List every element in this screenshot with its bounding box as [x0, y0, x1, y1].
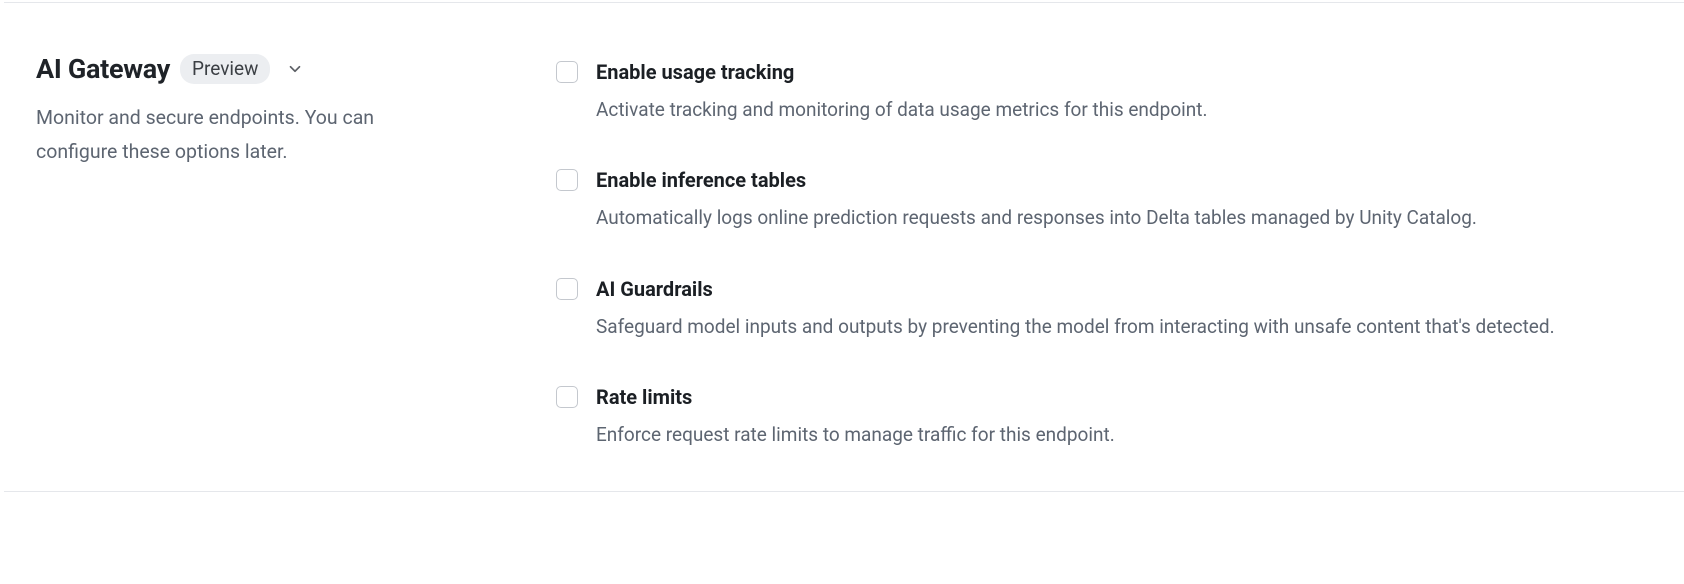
- option-title: Enable inference tables: [596, 167, 1652, 193]
- section-description: Monitor and secure endpoints. You can co…: [36, 101, 456, 169]
- section-title-row[interactable]: AI Gateway Preview: [36, 53, 496, 85]
- option-content: AI Guardrails Safeguard model inputs and…: [596, 276, 1652, 342]
- option-ai-guardrails: AI Guardrails Safeguard model inputs and…: [556, 276, 1652, 342]
- section-title: AI Gateway: [36, 53, 170, 85]
- checkbox-usage-tracking[interactable]: [556, 61, 578, 83]
- option-description: Enforce request rate limits to manage tr…: [596, 420, 1556, 450]
- option-description: Automatically logs online prediction req…: [596, 203, 1556, 233]
- option-content: Enable inference tables Automatically lo…: [596, 167, 1652, 233]
- option-description: Safeguard model inputs and outputs by pr…: [596, 312, 1556, 342]
- option-content: Rate limits Enforce request rate limits …: [596, 384, 1652, 450]
- option-usage-tracking: Enable usage tracking Activate tracking …: [556, 59, 1652, 125]
- checkbox-rate-limits[interactable]: [556, 386, 578, 408]
- section-header-panel: AI Gateway Preview Monitor and secure en…: [36, 53, 496, 451]
- options-panel: Enable usage tracking Activate tracking …: [556, 53, 1652, 451]
- ai-gateway-section: AI Gateway Preview Monitor and secure en…: [4, 2, 1684, 492]
- checkbox-ai-guardrails[interactable]: [556, 278, 578, 300]
- preview-badge: Preview: [180, 54, 270, 85]
- option-content: Enable usage tracking Activate tracking …: [596, 59, 1652, 125]
- option-inference-tables: Enable inference tables Automatically lo…: [556, 167, 1652, 233]
- option-title: AI Guardrails: [596, 276, 1652, 302]
- checkbox-inference-tables[interactable]: [556, 169, 578, 191]
- option-title: Enable usage tracking: [596, 59, 1652, 85]
- chevron-down-icon[interactable]: [286, 60, 304, 78]
- option-rate-limits: Rate limits Enforce request rate limits …: [556, 384, 1652, 450]
- option-title: Rate limits: [596, 384, 1652, 410]
- option-description: Activate tracking and monitoring of data…: [596, 95, 1556, 125]
